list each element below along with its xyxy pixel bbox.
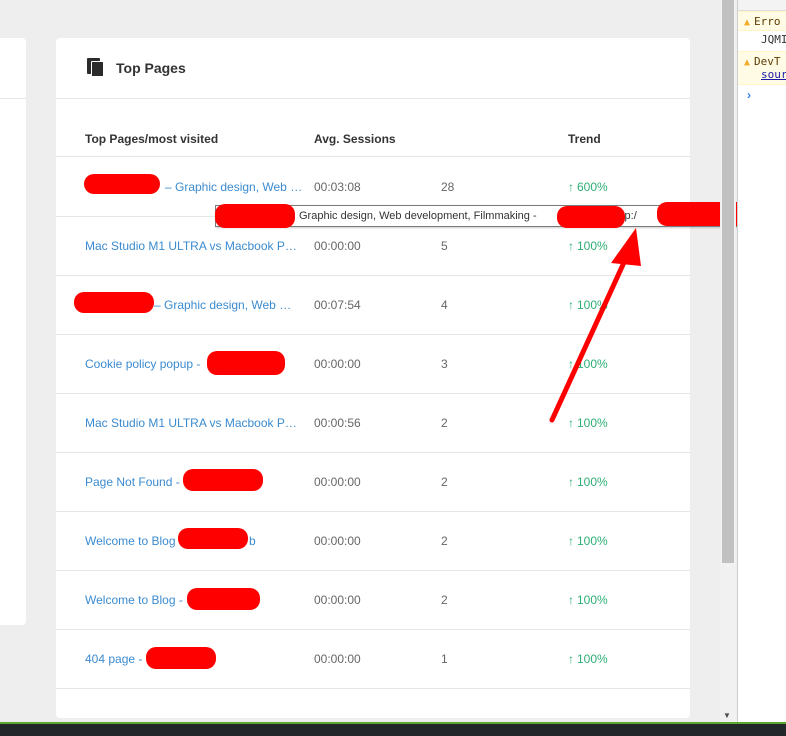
avg-session-time: 00:00:00	[314, 652, 361, 666]
trend-value: ↑ 100%	[568, 534, 608, 548]
arrow-up-icon: ↑	[568, 180, 574, 194]
arrow-up-icon: ↑	[568, 593, 574, 607]
visit-count: 2	[441, 475, 448, 489]
visit-count: 2	[441, 416, 448, 430]
redaction-mark	[215, 204, 295, 228]
trend-percent: 100%	[577, 593, 608, 607]
arrow-up-icon: ↑	[568, 416, 574, 430]
warning-icon: ▲	[744, 17, 751, 28]
arrow-up-icon: ↑	[568, 357, 574, 371]
trend-percent: 100%	[577, 475, 608, 489]
trend-percent: 100%	[577, 298, 608, 312]
table-row: Welcome to Blog -00:00:00 2 ↑ 100%	[56, 571, 690, 630]
redaction-mark	[74, 292, 154, 313]
page-title-link[interactable]: Mac Studio M1 ULTRA vs Macbook P…	[85, 239, 303, 253]
trend-value: ↑ 100%	[568, 416, 608, 430]
page-title-suffix[interactable]: b	[249, 534, 256, 548]
left-card-divider	[0, 98, 26, 99]
arrow-up-icon: ↑	[568, 534, 574, 548]
trend-percent: 100%	[577, 239, 608, 253]
devtools-toolbar	[738, 0, 786, 11]
avg-session-time: 00:00:56	[314, 416, 361, 430]
arrow-up-icon: ↑	[568, 298, 574, 312]
console-warning[interactable]: ▲ Erro	[738, 11, 786, 31]
avg-session-time: 00:00:00	[314, 593, 361, 607]
left-card	[0, 38, 26, 625]
trend-percent: 100%	[577, 416, 608, 430]
trend-value: ↑ 600%	[568, 180, 608, 194]
taskbar	[0, 722, 786, 736]
top-pages-card: Top Pages Top Pages/most visited Avg. Se…	[56, 38, 690, 718]
table-row: Mac Studio M1 ULTRA vs Macbook P… 00:00:5…	[56, 394, 690, 453]
scrollbar-thumb[interactable]	[722, 0, 734, 563]
avg-session-time: 00:00:00	[314, 475, 361, 489]
tooltip-text: Graphic design, Web development, Filmmak…	[299, 210, 537, 222]
page-title-link[interactable]: – Graphic design, Web d…	[165, 180, 303, 194]
visit-count: 1	[441, 652, 448, 666]
redaction-mark	[178, 528, 248, 549]
visit-count: 5	[441, 239, 448, 253]
trend-percent: 100%	[577, 534, 608, 548]
card-header: Top Pages	[56, 38, 690, 99]
visit-count: 4	[441, 298, 448, 312]
avg-session-time: 00:00:00	[314, 357, 361, 371]
trend-value: ↑ 100%	[568, 357, 608, 371]
arrow-up-icon: ↑	[568, 652, 574, 666]
redaction-mark	[207, 351, 285, 375]
redaction-mark	[187, 588, 260, 610]
visit-count: 2	[441, 534, 448, 548]
visit-count: 2	[441, 593, 448, 607]
console-message: JQMI	[761, 33, 786, 46]
pages-icon	[87, 58, 105, 77]
arrow-up-icon: ↑	[568, 475, 574, 489]
avg-session-time: 00:03:08	[314, 180, 361, 194]
trend-value: ↑ 100%	[568, 593, 608, 607]
redaction-mark	[84, 174, 160, 194]
redaction-mark	[146, 647, 216, 669]
trend-percent: 600%	[577, 180, 608, 194]
redaction-mark	[557, 206, 625, 228]
arrow-up-icon: ↑	[568, 239, 574, 253]
scroll-down-icon[interactable]: ▼	[723, 711, 731, 720]
avg-session-time: 00:00:00	[314, 534, 361, 548]
trend-value: ↑ 100%	[568, 652, 608, 666]
trend-value: ↑ 100%	[568, 239, 608, 253]
column-header-page: Top Pages/most visited	[85, 132, 219, 146]
avg-session-time: 00:07:54	[314, 298, 361, 312]
visit-count: 28	[441, 180, 455, 194]
table-row: Cookie policy popup -00:00:00 3 ↑ 100%	[56, 335, 690, 394]
trend-value: ↑ 100%	[568, 475, 608, 489]
table-row: Page Not Found -00:00:00 2 ↑ 100%	[56, 453, 690, 512]
trend-value: ↑ 100%	[568, 298, 608, 312]
redaction-mark	[183, 469, 263, 491]
console-prompt[interactable]: ›	[747, 88, 751, 102]
scrollbar[interactable]: ▼	[720, 0, 736, 722]
visit-count: 3	[441, 357, 448, 371]
table-row: Welcome to Blog 00:00:00 2 ↑ 100% b	[56, 512, 690, 571]
column-header-trend: Trend	[568, 132, 601, 146]
console-warning[interactable]: ▲ DevT sour	[738, 51, 786, 85]
trend-percent: 100%	[577, 652, 608, 666]
trend-percent: 100%	[577, 357, 608, 371]
table-header: Top Pages/most visited Avg. Sessions Tre…	[56, 99, 690, 157]
page-title-link[interactable]: – Graphic design, Web d…	[154, 298, 292, 312]
page-title-link[interactable]: Mac Studio M1 ULTRA vs Macbook P…	[85, 416, 303, 430]
devtools-console: ▲ Erro JQMI ▲ DevT sour ›	[737, 0, 786, 722]
console-source-link[interactable]: sour	[761, 68, 786, 81]
card-title: Top Pages	[116, 60, 186, 76]
warning-icon: ▲	[744, 57, 751, 68]
column-header-sessions: Avg. Sessions	[314, 132, 396, 146]
avg-session-time: 00:00:00	[314, 239, 361, 253]
